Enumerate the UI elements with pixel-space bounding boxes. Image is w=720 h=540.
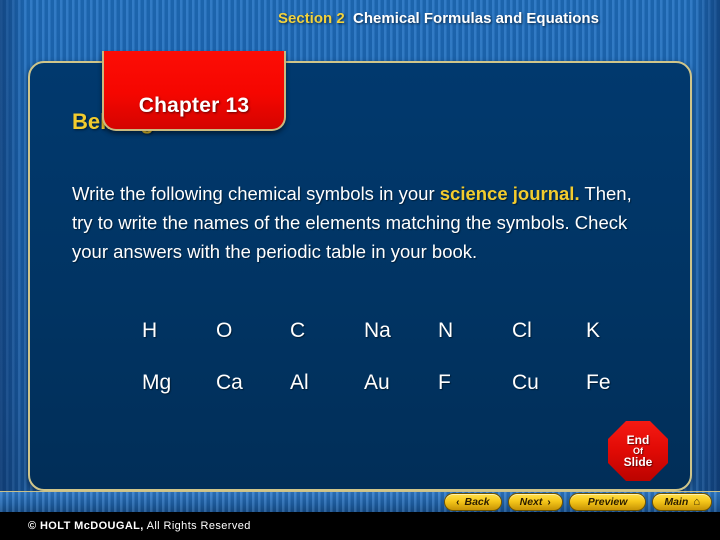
preview-button[interactable]: Preview xyxy=(568,493,647,511)
preview-button-label: Preview xyxy=(587,496,628,508)
element-symbol: Fe xyxy=(586,371,611,394)
end-of-slide-badge[interactable]: End Of Slide xyxy=(608,421,668,481)
symbol-row: Mg Ca Al Au F Cu Fe xyxy=(142,371,662,395)
next-button-label: Next xyxy=(519,496,543,508)
slide-background: Section 2 Chemical Formulas and Equation… xyxy=(0,0,720,540)
footer-bar: © HOLT McDOUGAL, All Rights Reserved xyxy=(0,512,720,540)
content-panel: Chapter 13 Bellringer Write the followin… xyxy=(28,51,692,491)
body-text-highlight: science journal. xyxy=(439,183,580,204)
navigation-buttons: ‹ Back Next › Preview Main ⌂ xyxy=(444,493,712,511)
element-symbol: Ca xyxy=(216,371,243,394)
element-symbol: Mg xyxy=(142,371,172,394)
main-button-label: Main xyxy=(664,496,689,508)
copyright-text: © HOLT McDOUGAL, All Rights Reserved xyxy=(28,520,251,532)
symbol-row: H O C Na N Cl K xyxy=(142,319,662,343)
chapter-tab[interactable]: Chapter 13 xyxy=(102,51,286,131)
body-text-part-1: Write the following chemical symbols in … xyxy=(72,183,440,204)
next-button[interactable]: Next › xyxy=(507,493,563,511)
main-button[interactable]: Main ⌂ xyxy=(652,493,712,511)
element-symbol: Au xyxy=(364,371,390,394)
back-button-label: Back xyxy=(464,496,490,508)
back-button[interactable]: ‹ Back xyxy=(444,493,502,511)
copyright-rest: All Rights Reserved xyxy=(143,520,251,532)
chevron-left-icon: ‹ xyxy=(456,496,460,508)
section-title: Chemical Formulas and Equations xyxy=(353,10,599,27)
element-symbol: Cl xyxy=(512,319,532,342)
copyright-mark: © HOLT McDOUGAL, xyxy=(28,520,144,532)
bellringer-body: Write the following chemical symbols in … xyxy=(72,179,652,266)
element-symbol: F xyxy=(438,371,451,394)
element-symbol: H xyxy=(142,319,158,342)
end-badge-line-1: End xyxy=(626,432,650,447)
element-symbol: Na xyxy=(364,319,391,342)
chapter-label: Chapter 13 xyxy=(138,94,250,117)
element-symbol: C xyxy=(290,319,306,342)
end-badge-line-3: Slide xyxy=(623,454,653,469)
section-heading: Section 2 Chemical Formulas and Equation… xyxy=(278,8,678,30)
element-symbol: N xyxy=(438,319,454,342)
chevron-right-icon: › xyxy=(547,496,551,508)
element-symbol: O xyxy=(216,319,233,342)
home-icon: ⌂ xyxy=(693,496,700,508)
element-symbol: Cu xyxy=(512,371,539,394)
element-symbol-grid: H O C Na N Cl K Mg Ca Al Au F Cu Fe xyxy=(142,319,662,395)
section-number: Section 2 xyxy=(278,10,345,27)
element-symbol: Al xyxy=(290,371,309,394)
stop-sign-icon: End Of Slide xyxy=(608,421,668,481)
element-symbol: K xyxy=(586,319,601,342)
